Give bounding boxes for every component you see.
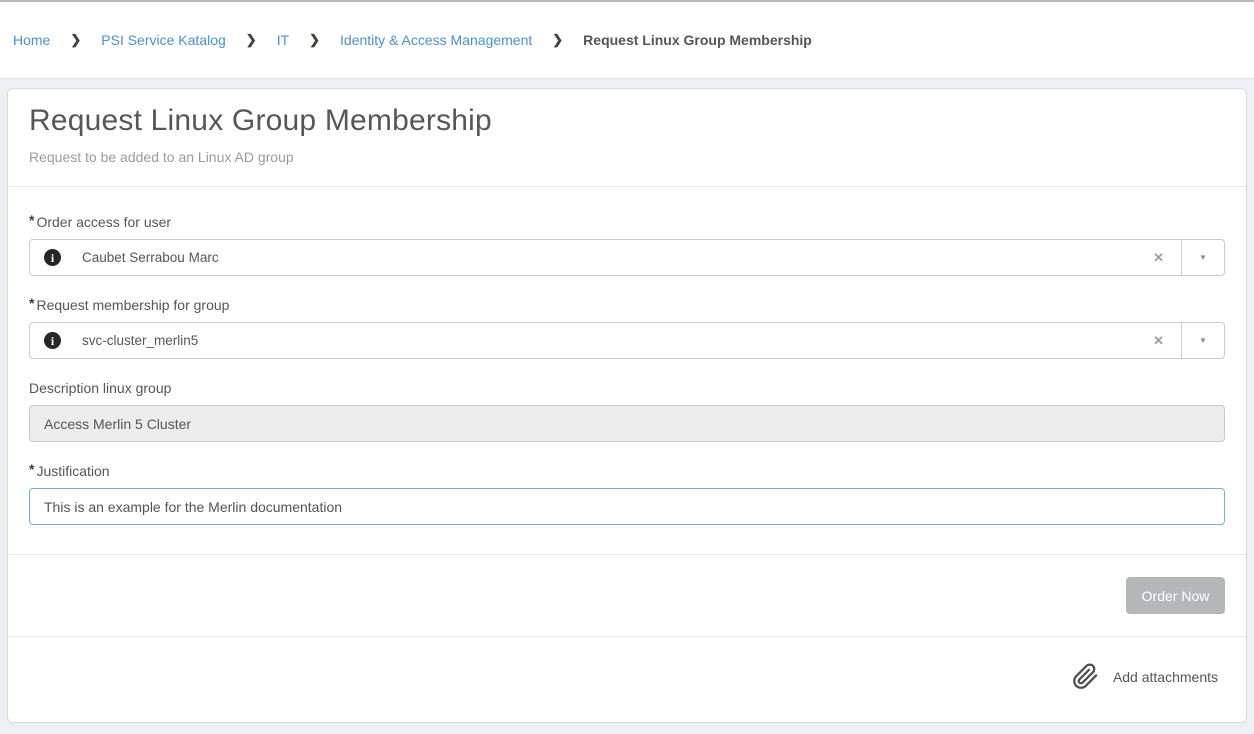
chevron-down-icon: ▼ [1199,253,1207,262]
clear-icon[interactable]: ✕ [1136,250,1181,266]
field-label: *Justification [29,463,1225,479]
required-marker: * [29,461,34,477]
order-now-button[interactable]: Order Now [1126,577,1225,614]
chevron-down-icon: ▼ [1199,336,1207,345]
field-label-text: Order access for user [36,214,171,230]
field-label-text: Request membership for group [36,297,229,313]
breadcrumb-item-it[interactable]: IT [277,32,289,48]
page-subtitle: Request to be added to an Linux AD group [29,149,1225,165]
field-label: Description linux group [29,380,1225,396]
chevron-right-icon: ❯ [552,32,563,48]
breadcrumb-item-current: Request Linux Group Membership [583,32,812,48]
dropdown-caret-button[interactable]: ▼ [1181,323,1224,358]
form-fields-section: *Order access for user i Caubet Serrabou… [8,187,1246,546]
field-description-linux-group: Description linux group Access Merlin 5 … [29,380,1225,442]
field-request-membership-for-group: *Request membership for group i svc-clus… [29,297,1225,359]
justification-input[interactable] [29,488,1225,525]
breadcrumb-bar: Home ❯ PSI Service Katalog ❯ IT ❯ Identi… [0,2,1254,79]
group-combobox-value: svc-cluster_merlin5 [82,333,1136,348]
form-header: Request Linux Group Membership Request t… [8,89,1246,187]
breadcrumb-item-identity-access-management[interactable]: Identity & Access Management [340,32,532,48]
page-title: Request Linux Group Membership [29,104,1225,138]
clear-icon[interactable]: ✕ [1136,333,1181,349]
breadcrumb-item-home[interactable]: Home [13,32,50,48]
action-bar: Order Now [8,554,1246,636]
field-label: *Request membership for group [29,297,1225,313]
attachments-bar: Add attachments [8,636,1246,722]
required-marker: * [29,295,34,311]
breadcrumb-item-psi-service-katalog[interactable]: PSI Service Katalog [101,32,226,48]
field-label: *Order access for user [29,214,1225,230]
chevron-right-icon: ❯ [246,32,257,48]
field-order-access-for-user: *Order access for user i Caubet Serrabou… [29,214,1225,276]
field-label-text: Justification [36,463,109,479]
breadcrumb: Home ❯ PSI Service Katalog ❯ IT ❯ Identi… [13,32,812,48]
paperclip-icon[interactable] [1072,663,1099,690]
chevron-right-icon: ❯ [70,32,81,48]
add-attachments-link[interactable]: Add attachments [1113,669,1218,685]
required-marker: * [29,212,34,228]
request-form-card: Request Linux Group Membership Request t… [7,88,1247,723]
chevron-right-icon: ❯ [309,32,320,48]
dropdown-caret-button[interactable]: ▼ [1181,240,1224,275]
info-icon: i [44,249,61,266]
user-combobox-value: Caubet Serrabou Marc [82,250,1136,265]
description-readonly-field: Access Merlin 5 Cluster [29,405,1225,442]
info-icon: i [44,332,61,349]
spacer [8,546,1246,554]
user-combobox[interactable]: i Caubet Serrabou Marc ✕ ▼ [29,239,1225,276]
field-label-text: Description linux group [29,380,171,396]
group-combobox[interactable]: i svc-cluster_merlin5 ✕ ▼ [29,322,1225,359]
field-justification: *Justification [29,463,1225,525]
